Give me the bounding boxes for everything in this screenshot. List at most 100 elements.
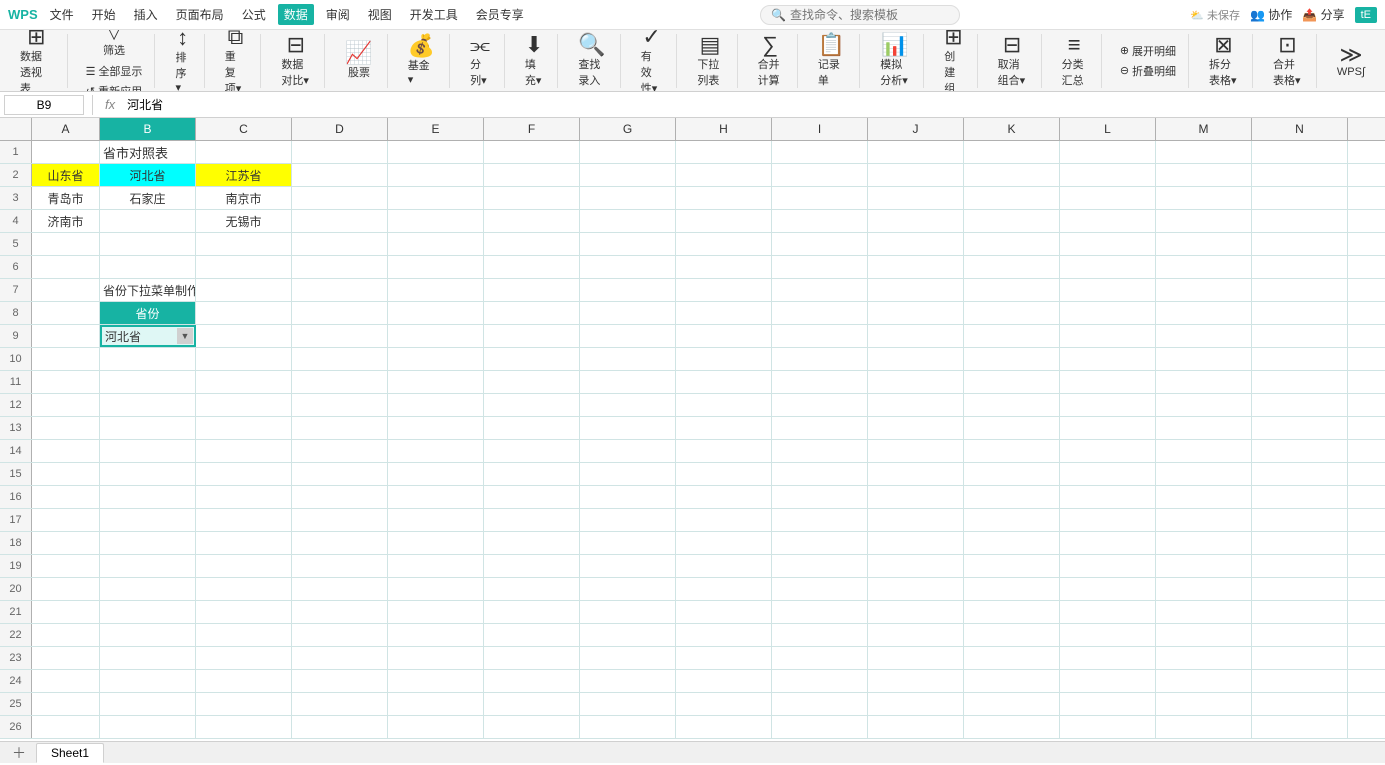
row-num-12[interactable]: 12 [0, 394, 32, 416]
menu-page-layout[interactable]: 页面布局 [170, 4, 230, 25]
cell-j7[interactable] [868, 279, 964, 301]
cell-l12[interactable] [1060, 394, 1156, 416]
menu-insert[interactable]: 插入 [128, 4, 164, 25]
cell-j17[interactable] [868, 509, 964, 531]
cell-a23[interactable] [32, 647, 100, 669]
cell-e9[interactable] [388, 325, 484, 347]
cell-f1[interactable] [484, 141, 580, 163]
cell-b26[interactable] [100, 716, 196, 738]
cell-e23[interactable] [388, 647, 484, 669]
cell-j11[interactable] [868, 371, 964, 393]
cell-j18[interactable] [868, 532, 964, 554]
cell-i6[interactable] [772, 256, 868, 278]
cell-e12[interactable] [388, 394, 484, 416]
cell-f14[interactable] [484, 440, 580, 462]
row-num-24[interactable]: 24 [0, 670, 32, 692]
cell-i2[interactable] [772, 164, 868, 186]
cell-n2[interactable] [1252, 164, 1348, 186]
cell-k20[interactable] [964, 578, 1060, 600]
cell-g15[interactable] [580, 463, 676, 485]
col-header-l[interactable]: L [1060, 118, 1156, 140]
cell-b19[interactable] [100, 555, 196, 577]
cell-l14[interactable] [1060, 440, 1156, 462]
cell-m20[interactable] [1156, 578, 1252, 600]
cell-j9[interactable] [868, 325, 964, 347]
dropdown-list-btn[interactable]: ▤ 下拉列表 [691, 31, 728, 91]
cell-l4[interactable] [1060, 210, 1156, 232]
cell-h16[interactable] [676, 486, 772, 508]
menu-data[interactable]: 数据 [278, 4, 314, 25]
row-num-23[interactable]: 23 [0, 647, 32, 669]
cell-j1[interactable] [868, 141, 964, 163]
cell-c24[interactable] [196, 670, 292, 692]
fund-btn[interactable]: 💰 基金▾ [402, 32, 441, 89]
cell-j24[interactable] [868, 670, 964, 692]
cell-h20[interactable] [676, 578, 772, 600]
cell-k14[interactable] [964, 440, 1060, 462]
cell-n8[interactable] [1252, 302, 1348, 324]
cell-f9[interactable] [484, 325, 580, 347]
validity-btn[interactable]: ✓ 有效性▾ [635, 30, 669, 92]
row-num-18[interactable]: 18 [0, 532, 32, 554]
cell-a4[interactable]: 济南市 [32, 210, 100, 232]
row-num-3[interactable]: 3 [0, 187, 32, 209]
split-table-btn[interactable]: ⊠ 拆分表格▾ [1203, 31, 1244, 91]
cell-f5[interactable] [484, 233, 580, 255]
cell-d13[interactable] [292, 417, 388, 439]
cell-j2[interactable] [868, 164, 964, 186]
cell-i22[interactable] [772, 624, 868, 646]
formula-input[interactable] [123, 96, 1381, 114]
cell-b17[interactable] [100, 509, 196, 531]
col-header-g[interactable]: G [580, 118, 676, 140]
cell-m19[interactable] [1156, 555, 1252, 577]
cell-m17[interactable] [1156, 509, 1252, 531]
subtotal-btn[interactable]: ≡ 分类汇总 [1056, 31, 1093, 91]
cell-h23[interactable] [676, 647, 772, 669]
row-num-7[interactable]: 7 [0, 279, 32, 301]
cell-k11[interactable] [964, 371, 1060, 393]
cell-l22[interactable] [1060, 624, 1156, 646]
cell-h14[interactable] [676, 440, 772, 462]
cell-j15[interactable] [868, 463, 964, 485]
cell-j4[interactable] [868, 210, 964, 232]
col-header-m[interactable]: M [1156, 118, 1252, 140]
cell-e8[interactable] [388, 302, 484, 324]
wps-logo[interactable]: WPS [8, 7, 38, 22]
pivot-table-btn[interactable]: ⊞ 数据透视表 [14, 30, 59, 92]
row-num-20[interactable]: 20 [0, 578, 32, 600]
cell-m9[interactable] [1156, 325, 1252, 347]
cell-n26[interactable] [1252, 716, 1348, 738]
cell-k24[interactable] [964, 670, 1060, 692]
cell-k3[interactable] [964, 187, 1060, 209]
cell-j23[interactable] [868, 647, 964, 669]
cell-l25[interactable] [1060, 693, 1156, 715]
reapply-btn[interactable]: ↺ 重新应用 [82, 82, 146, 92]
cell-g9[interactable] [580, 325, 676, 347]
cell-m18[interactable] [1156, 532, 1252, 554]
menu-file[interactable]: 文件 [44, 4, 80, 25]
cell-k19[interactable] [964, 555, 1060, 577]
cell-h17[interactable] [676, 509, 772, 531]
cell-a21[interactable] [32, 601, 100, 623]
cell-a8[interactable] [32, 302, 100, 324]
menu-review[interactable]: 审阅 [320, 4, 356, 25]
cell-f7[interactable] [484, 279, 580, 301]
cell-n1[interactable] [1252, 141, 1348, 163]
cell-j25[interactable] [868, 693, 964, 715]
cell-i18[interactable] [772, 532, 868, 554]
cell-n15[interactable] [1252, 463, 1348, 485]
cell-h15[interactable] [676, 463, 772, 485]
cell-k8[interactable] [964, 302, 1060, 324]
cell-i20[interactable] [772, 578, 868, 600]
cell-g14[interactable] [580, 440, 676, 462]
cell-d25[interactable] [292, 693, 388, 715]
cell-f17[interactable] [484, 509, 580, 531]
menu-start[interactable]: 开始 [86, 4, 122, 25]
cell-c4[interactable]: 无锡市 [196, 210, 292, 232]
cell-f21[interactable] [484, 601, 580, 623]
cell-k7[interactable] [964, 279, 1060, 301]
cell-i13[interactable] [772, 417, 868, 439]
cell-h19[interactable] [676, 555, 772, 577]
row-num-26[interactable]: 26 [0, 716, 32, 738]
cell-a9[interactable] [32, 325, 100, 347]
